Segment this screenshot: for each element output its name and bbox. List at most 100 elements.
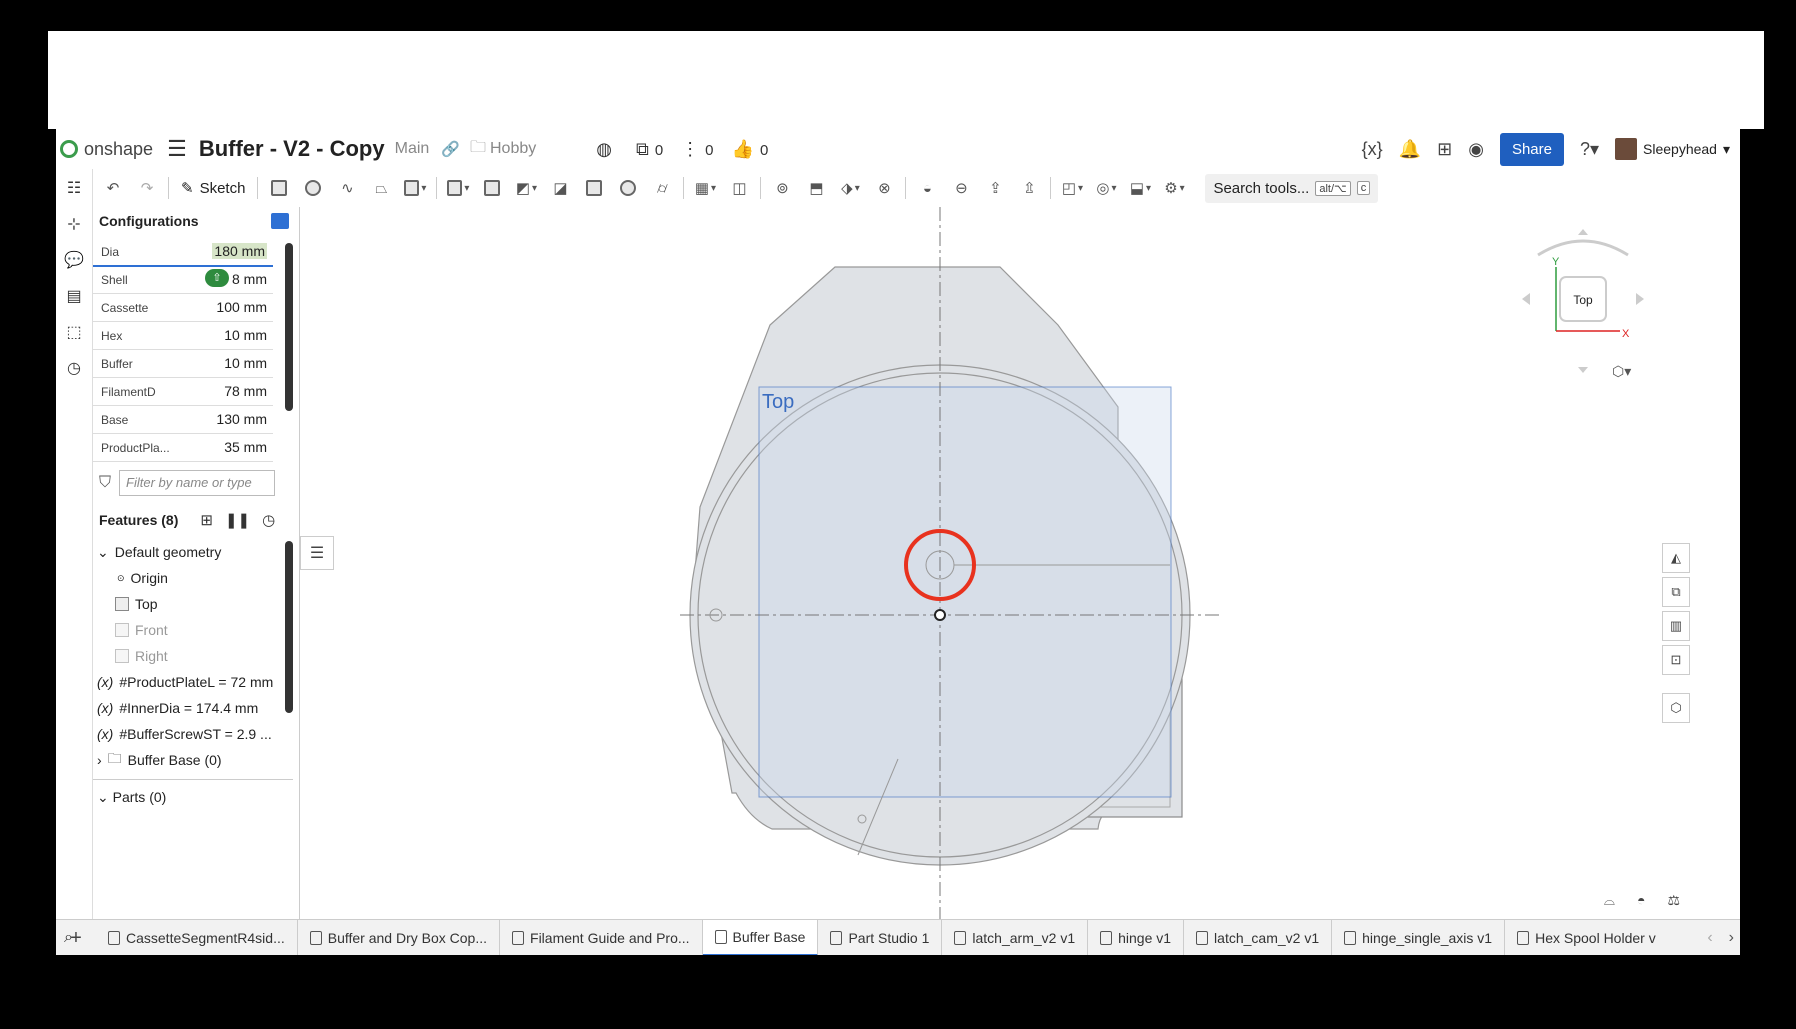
menu-icon[interactable]: ☰: [167, 136, 187, 162]
learning-icon[interactable]: ◉: [1468, 139, 1484, 160]
loft-icon[interactable]: ⏢: [370, 177, 392, 199]
notification-bell-icon[interactable]: 🔔: [1399, 139, 1421, 160]
fillet-icon[interactable]: ▾: [447, 177, 469, 199]
config-row-productplate[interactable]: ProductPla... 35 mm: [93, 433, 273, 462]
add-tab-icon[interactable]: +: [56, 927, 96, 950]
manage-tabs-icon[interactable]: ⌕: [64, 929, 73, 947]
appearance-icon[interactable]: ◭: [1662, 543, 1690, 573]
redo-icon[interactable]: ↷: [136, 177, 158, 199]
filter-icon[interactable]: ⛉: [99, 474, 111, 492]
transform-icon[interactable]: ⬗ ▾: [839, 177, 861, 199]
versions-count[interactable]: ⧉ 0: [636, 139, 663, 160]
rotate-left-arrow[interactable]: [1522, 293, 1530, 305]
rotate-arc[interactable]: [1537, 239, 1629, 257]
parts-section[interactable]: ⌄ Parts (0): [97, 789, 166, 806]
parts-icon[interactable]: ⬚: [63, 321, 85, 343]
branches-count[interactable]: ⋮ 0: [681, 139, 713, 160]
chevron-right-icon[interactable]: ›: [97, 752, 102, 768]
sketch-view[interactable]: Top: [300, 207, 1690, 919]
tab-cassette-segment[interactable]: CassetteSegmentR4sid...: [96, 920, 298, 955]
share-button[interactable]: Share: [1499, 132, 1564, 166]
filter-input[interactable]: Filter by name or type: [119, 470, 276, 496]
branch-label[interactable]: Main: [395, 140, 430, 158]
tab-filament-guide[interactable]: Filament Guide and Pro...: [500, 920, 703, 955]
tree-scrollbar[interactable]: [285, 541, 293, 713]
config-row-hex[interactable]: Hex 10 mm: [93, 321, 273, 350]
config-row-base[interactable]: Base 130 mm: [93, 405, 273, 434]
pattern-icon[interactable]: ▦ ▾: [694, 177, 716, 199]
tree-variable-bufferscrewst[interactable]: (x) #BufferScrewST = 2.9 ...: [97, 721, 281, 747]
config-row-dia[interactable]: Dia 180 mm: [93, 237, 273, 267]
chevron-down-icon[interactable]: ⌄: [97, 544, 109, 561]
tree-default-geometry[interactable]: ⌄ Default geometry: [97, 539, 281, 565]
graphics-canvas[interactable]: Top Top Y X ⬡▾ ◭ ⧉ ▥ ⊡ ⬡ ⌓ ◓ ⚖: [300, 207, 1690, 919]
tree-origin[interactable]: ⊙ Origin: [97, 565, 281, 591]
boolean-icon[interactable]: ⊚: [771, 177, 793, 199]
tree-right-plane[interactable]: Right: [97, 643, 281, 669]
custom-features-icon[interactable]: ⚙ ▾: [1163, 177, 1185, 199]
tab-part-studio-1[interactable]: Part Studio 1: [818, 920, 943, 955]
folder-link[interactable]: 🗀 Hobby: [470, 136, 536, 163]
rotate-down-arrow[interactable]: [1578, 367, 1588, 373]
move-face-icon[interactable]: ⇪: [984, 177, 1006, 199]
add-folder-icon[interactable]: ⊞: [200, 511, 213, 529]
chevron-left-icon[interactable]: ‹: [1707, 929, 1712, 947]
feature-list-toggle[interactable]: ☰: [300, 536, 334, 570]
tab-buffer-dry-box[interactable]: Buffer and Dry Box Cop...: [298, 920, 501, 955]
config-value[interactable]: 100 mm: [216, 299, 267, 315]
tab-hinge-single-axis[interactable]: hinge_single_axis v1: [1332, 920, 1506, 955]
render-icon[interactable]: ⧉: [1662, 577, 1690, 607]
view-options-icon[interactable]: ⬡▾: [1612, 363, 1631, 380]
mate-connector-tool-icon[interactable]: ◎ ▾: [1095, 177, 1117, 199]
config-row-buffer[interactable]: Buffer 10 mm: [93, 349, 273, 378]
config-value[interactable]: 8 mm: [232, 271, 267, 287]
sketch-button[interactable]: ✎ Sketch: [181, 179, 245, 198]
mass-properties-icon[interactable]: ◓: [1637, 892, 1645, 909]
config-scrollbar[interactable]: [285, 243, 293, 411]
rollback-timer-icon[interactable]: ◷: [262, 511, 275, 529]
configuration-table-icon[interactable]: [271, 213, 289, 229]
variables-icon[interactable]: {x}: [1362, 139, 1383, 160]
bom-icon[interactable]: ▥: [1662, 611, 1690, 641]
config-row-cassette[interactable]: Cassette 100 mm: [93, 293, 273, 322]
chevron-down-icon[interactable]: ⌄: [97, 789, 109, 805]
user-menu[interactable]: Sleepyhead ▾: [1615, 138, 1730, 160]
modify-fillet-icon[interactable]: ◒: [916, 177, 938, 199]
tree-folder-buffer-base[interactable]: › 🗀 Buffer Base (0): [97, 747, 281, 773]
notes-icon[interactable]: ▤: [63, 285, 85, 307]
delete-part-icon[interactable]: ⊗: [873, 177, 895, 199]
thicken-icon[interactable]: ▾: [404, 177, 426, 199]
tab-latch-arm[interactable]: latch_arm_v2 v1: [942, 920, 1089, 955]
replace-face-icon[interactable]: ⇫: [1018, 177, 1040, 199]
rotate-up-arrow[interactable]: [1578, 229, 1588, 235]
config-value[interactable]: 35 mm: [224, 439, 267, 455]
app-store-icon[interactable]: ⊞: [1437, 139, 1452, 160]
config-row-shell[interactable]: Shell ⇧ 8 mm: [93, 265, 273, 294]
likes-count[interactable]: 👍 0: [732, 139, 769, 160]
tab-hex-spool-holder[interactable]: Hex Spool Holder v: [1505, 920, 1668, 955]
cylinder-icon[interactable]: ⌭: [651, 177, 673, 199]
top-plane[interactable]: [758, 386, 1172, 798]
origin-point[interactable]: [934, 609, 946, 621]
config-value[interactable]: 130 mm: [216, 411, 267, 427]
tab-hinge[interactable]: hinge v1: [1088, 920, 1185, 955]
delete-face-icon[interactable]: ⊖: [950, 177, 972, 199]
split-icon[interactable]: ⬒: [805, 177, 827, 199]
hole-icon[interactable]: [617, 177, 639, 199]
draft-icon[interactable]: ◩ ▾: [515, 177, 537, 199]
rotate-right-arrow[interactable]: [1636, 293, 1644, 305]
config-value[interactable]: 180 mm: [212, 243, 267, 259]
comments-icon[interactable]: 💬: [63, 249, 85, 271]
pause-icon[interactable]: ❚❚: [225, 511, 250, 529]
rib-icon[interactable]: ◪: [549, 177, 571, 199]
tree-variable-productplatel[interactable]: (x) #ProductPlateL = 72 mm: [97, 669, 281, 695]
section-view-icon[interactable]: ⬡: [1662, 693, 1690, 723]
tab-buffer-base[interactable]: Buffer Base: [702, 920, 819, 955]
feature-list-icon[interactable]: ☷: [63, 177, 85, 199]
tree-top-plane[interactable]: Top: [97, 591, 281, 617]
mirror-icon[interactable]: ◫: [728, 177, 750, 199]
onshape-logo[interactable]: onshape: [60, 139, 153, 160]
timeline-icon[interactable]: ◷: [63, 357, 85, 379]
mate-connector-icon[interactable]: ⊹: [63, 213, 85, 235]
config-value[interactable]: 10 mm: [224, 355, 267, 371]
